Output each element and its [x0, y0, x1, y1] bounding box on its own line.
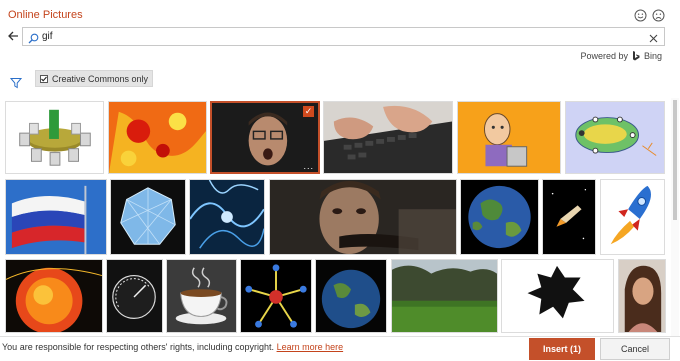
clear-search-icon[interactable]: [648, 31, 659, 43]
image-result-earth-dark[interactable]: [315, 259, 387, 333]
cancel-button[interactable]: Cancel: [600, 338, 670, 360]
image-result-surprised-man[interactable]: ✓ ...: [210, 101, 320, 174]
image-result-man-close-up[interactable]: [269, 179, 457, 255]
frown-feedback-icon[interactable]: [652, 9, 665, 22]
image-result-typing-on-keyboard[interactable]: [323, 101, 453, 174]
selected-check-icon[interactable]: ✓: [303, 106, 314, 117]
image-result-rocket-cartoon[interactable]: [600, 179, 665, 255]
powered-by-bing: Powered by Bing: [580, 51, 662, 61]
image-result-coffee-cup[interactable]: [166, 259, 237, 333]
image-result-sun-surface[interactable]: [5, 259, 103, 333]
bing-label: Bing: [643, 51, 662, 61]
copyright-note: You are responsible for respecting other…: [2, 342, 343, 352]
insert-button[interactable]: Insert (1): [529, 338, 595, 360]
image-result-crystal-sphere[interactable]: [110, 179, 186, 255]
scrollbar-thumb[interactable]: [673, 100, 677, 220]
image-result-cartoon-character-orange[interactable]: [457, 101, 561, 174]
image-results-grid: ✓ ...: [0, 100, 680, 335]
image-result-woman-portrait[interactable]: [618, 259, 666, 333]
creative-commons-toggle[interactable]: Creative Commons only: [35, 70, 154, 87]
back-arrow-icon[interactable]: [6, 28, 20, 44]
creative-commons-checkbox[interactable]: [40, 74, 48, 83]
bing-logo-icon: [632, 51, 640, 61]
search-input[interactable]: [42, 29, 642, 44]
image-result-space-shuttle[interactable]: [542, 179, 596, 255]
image-result-russian-flag[interactable]: [5, 179, 107, 255]
copyright-note-text: You are responsible for respecting other…: [2, 342, 275, 352]
more-options-icon[interactable]: ...: [303, 161, 314, 171]
image-result-speedometer[interactable]: [106, 259, 163, 333]
image-result-blue-fractal[interactable]: [189, 179, 265, 255]
powered-by-label: Powered by: [580, 51, 628, 61]
filter-icon[interactable]: [9, 76, 23, 89]
search-box: [22, 27, 665, 46]
image-result-grass-field[interactable]: [391, 259, 498, 333]
image-result-earth-globe[interactable]: [460, 179, 539, 255]
learn-more-link[interactable]: Learn more here: [277, 342, 344, 352]
image-result-molecule-structure[interactable]: [240, 259, 312, 333]
creative-commons-label: Creative Commons only: [52, 73, 149, 84]
image-result-koch-snowflake[interactable]: [501, 259, 614, 333]
footer-bar: You are responsible for respecting other…: [0, 336, 680, 361]
smiley-feedback-icon[interactable]: [634, 9, 647, 22]
image-result-fish-diagram[interactable]: [565, 101, 665, 174]
image-result-orange-fractal[interactable]: [108, 101, 207, 174]
dialog-title: Online Pictures: [8, 9, 83, 21]
search-icon: [28, 31, 39, 44]
image-result-3d-table-figures[interactable]: [5, 101, 104, 174]
